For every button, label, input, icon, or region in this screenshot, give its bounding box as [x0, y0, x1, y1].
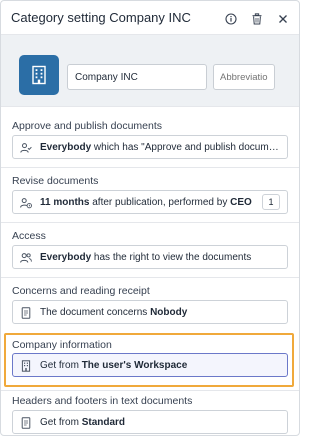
- abbreviation-input[interactable]: [213, 64, 275, 90]
- building-icon: [20, 359, 32, 372]
- company-info-field[interactable]: Get from The user's Workspace: [12, 353, 288, 377]
- concerns-field[interactable]: The document concerns Nobody: [12, 300, 288, 324]
- company-info-field-text: Get from The user's Workspace: [40, 359, 188, 371]
- revise-field[interactable]: 11 months after publication, performed b…: [12, 190, 288, 214]
- revise-field-text: 11 months after publication, performed b…: [40, 196, 252, 208]
- document-icon: [20, 306, 32, 319]
- approve-section-label: Approve and publish documents: [12, 120, 163, 132]
- headers-field[interactable]: Get from Standard: [12, 410, 288, 434]
- users-icon: [20, 251, 32, 263]
- headers-field-text: Get from Standard: [40, 416, 126, 428]
- access-field-text: Everybody has the right to view the docu…: [40, 251, 252, 263]
- revise-count-badge: 1: [262, 194, 280, 210]
- revise-section-label: Revise documents: [12, 175, 99, 187]
- approve-field-text: Everybody which has "Approve and publish…: [40, 141, 280, 153]
- document-icon: [20, 416, 32, 429]
- concerns-field-text: The document concerns Nobody: [40, 306, 188, 318]
- info-icon[interactable]: [225, 12, 237, 25]
- panel-title: Category setting Company INC: [11, 10, 191, 25]
- access-section-label: Access: [12, 230, 46, 242]
- headers-section-label: Headers and footers in text documents: [12, 395, 193, 407]
- panel-header: Category setting Company INC: [1, 1, 299, 35]
- concerns-section-label: Concerns and reading receipt: [12, 285, 150, 297]
- users-clock-icon: [20, 196, 32, 209]
- divider: [1, 277, 299, 278]
- category-settings-panel: Category setting Company INC Company INC…: [0, 0, 300, 436]
- divider: [1, 222, 299, 223]
- building-icon[interactable]: [19, 55, 59, 95]
- company-name-input[interactable]: [67, 64, 207, 90]
- header-actions: [225, 12, 289, 25]
- company-identity: [1, 35, 299, 107]
- divider: [1, 167, 299, 168]
- divider: [1, 390, 299, 391]
- users-check-icon: [20, 141, 32, 153]
- access-field[interactable]: Everybody has the right to view the docu…: [12, 245, 288, 269]
- approve-field[interactable]: Everybody which has "Approve and publish…: [12, 135, 288, 159]
- company-section-label: Company information: [12, 339, 112, 351]
- close-icon[interactable]: [277, 12, 289, 24]
- trash-icon[interactable]: [251, 12, 263, 24]
